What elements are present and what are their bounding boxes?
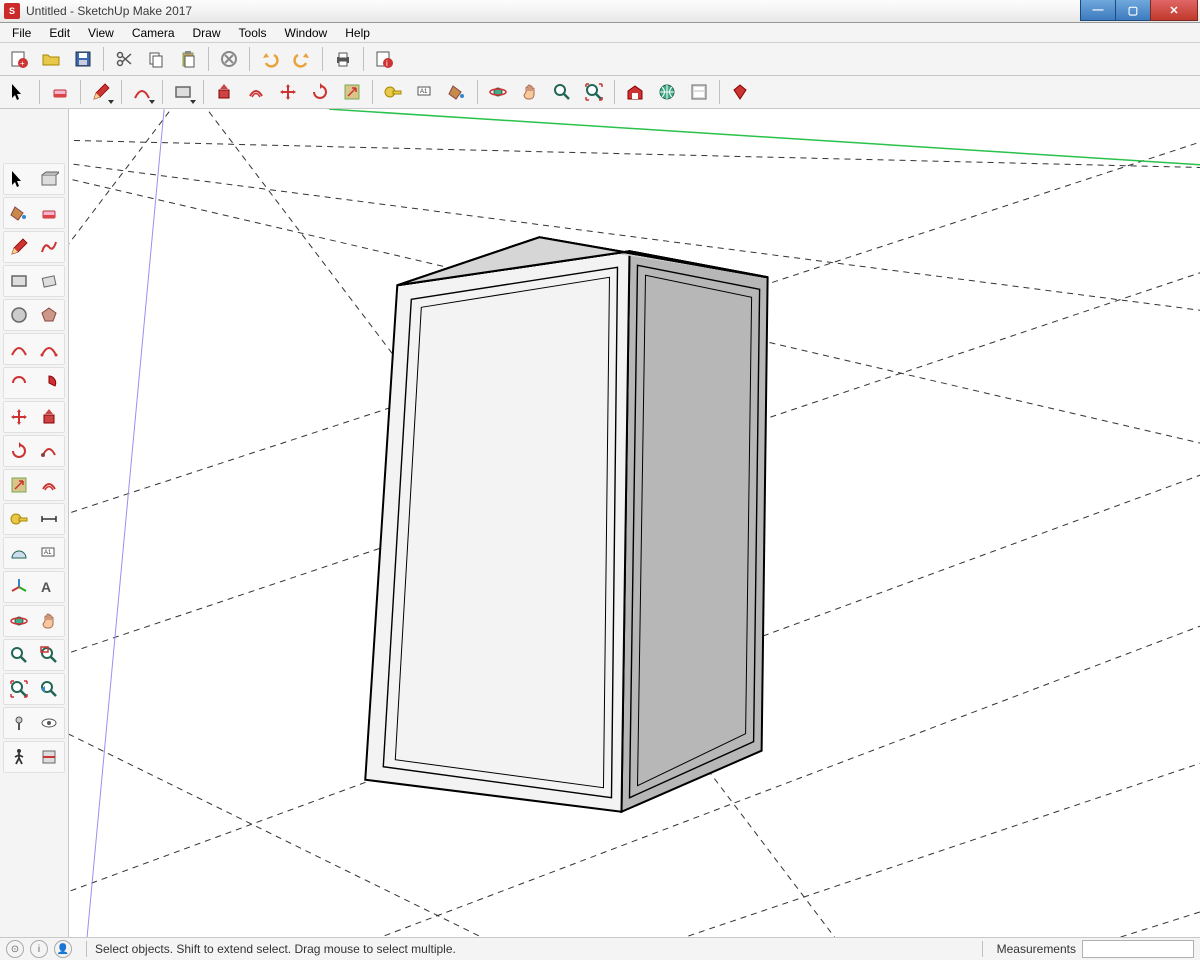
- title-bar: S Untitled - SketchUp Make 2017 — ▢ ✕: [0, 0, 1200, 23]
- zoom-button[interactable]: [547, 78, 577, 106]
- tape-tool[interactable]: [5, 505, 33, 533]
- polygon-tool[interactable]: [35, 301, 63, 329]
- model-info-button[interactable]: [369, 45, 399, 73]
- pie-tool[interactable]: [35, 369, 63, 397]
- status-bar: ⊙ i 👤 Select objects. Shift to extend se…: [0, 937, 1200, 960]
- minimize-button[interactable]: —: [1080, 0, 1116, 21]
- status-hint: Select objects. Shift to extend select. …: [95, 942, 456, 956]
- tape-button[interactable]: [378, 78, 408, 106]
- menu-help[interactable]: Help: [337, 24, 378, 42]
- cut-button[interactable]: [109, 45, 139, 73]
- orbit-tool[interactable]: [5, 607, 33, 635]
- previous-view-tool[interactable]: [35, 675, 63, 703]
- section-plane-tool[interactable]: [35, 743, 63, 771]
- line-tool[interactable]: [5, 233, 33, 261]
- warehouse-button[interactable]: [620, 78, 650, 106]
- select-button[interactable]: [4, 78, 34, 106]
- menu-camera[interactable]: Camera: [124, 24, 183, 42]
- measurements-input[interactable]: [1082, 940, 1194, 958]
- menu-bar: FileEditViewCameraDrawToolsWindowHelp: [0, 23, 1200, 43]
- protractor-tool[interactable]: [5, 539, 33, 567]
- pan-tool[interactable]: [35, 607, 63, 635]
- paint-tool[interactable]: [5, 199, 33, 227]
- menu-window[interactable]: Window: [277, 24, 336, 42]
- dimension-tool[interactable]: [35, 505, 63, 533]
- close-button[interactable]: ✕: [1150, 0, 1198, 21]
- look-around-tool[interactable]: [35, 709, 63, 737]
- credits-icon[interactable]: i: [30, 940, 48, 958]
- text-button[interactable]: [410, 78, 440, 106]
- orbit-button[interactable]: [483, 78, 513, 106]
- arc-button[interactable]: [127, 78, 157, 106]
- viewport-3d[interactable]: [69, 109, 1200, 938]
- rectangle-button[interactable]: [168, 78, 198, 106]
- save-button[interactable]: [68, 45, 98, 73]
- position-camera-tool[interactable]: [5, 709, 33, 737]
- signin-icon[interactable]: 👤: [54, 940, 72, 958]
- menu-tools[interactable]: Tools: [231, 24, 275, 42]
- redo-button[interactable]: [287, 45, 317, 73]
- app-icon: S: [4, 3, 20, 19]
- maximize-button[interactable]: ▢: [1115, 0, 1151, 21]
- copy-button[interactable]: [141, 45, 171, 73]
- menu-view[interactable]: View: [80, 24, 122, 42]
- layout-button[interactable]: [684, 78, 714, 106]
- 3dtext-tool[interactable]: [35, 573, 63, 601]
- make-component-tool[interactable]: [35, 165, 63, 193]
- extensions-button[interactable]: [725, 78, 755, 106]
- line-button[interactable]: [86, 78, 116, 106]
- eraser-button[interactable]: [45, 78, 75, 106]
- menu-file[interactable]: File: [4, 24, 39, 42]
- select-tool[interactable]: [5, 165, 33, 193]
- followme-tool[interactable]: [35, 437, 63, 465]
- zoom-extents-tool[interactable]: [5, 675, 33, 703]
- rotate-button[interactable]: [305, 78, 335, 106]
- freehand-tool[interactable]: [35, 233, 63, 261]
- new-from-template-button[interactable]: [4, 45, 34, 73]
- window-controls: — ▢ ✕: [1081, 0, 1198, 21]
- arc2-tool[interactable]: [35, 335, 63, 363]
- text-tool[interactable]: [35, 539, 63, 567]
- add-location-button[interactable]: [652, 78, 682, 106]
- undo-button[interactable]: [255, 45, 285, 73]
- geo-location-icon[interactable]: ⊙: [6, 940, 24, 958]
- rectangle-tool[interactable]: [5, 267, 33, 295]
- print-button[interactable]: [328, 45, 358, 73]
- paint-button[interactable]: [442, 78, 472, 106]
- rotated-rect-tool[interactable]: [35, 267, 63, 295]
- scale-button[interactable]: [337, 78, 367, 106]
- large-toolset-toolbar: [0, 76, 1200, 109]
- offset-button[interactable]: [241, 78, 271, 106]
- erase-button[interactable]: [214, 45, 244, 73]
- workspace: [0, 109, 1200, 938]
- rotate-tool[interactable]: [5, 437, 33, 465]
- move-button[interactable]: [273, 78, 303, 106]
- menu-edit[interactable]: Edit: [41, 24, 78, 42]
- move-tool[interactable]: [5, 403, 33, 431]
- arc-tool[interactable]: [5, 335, 33, 363]
- menu-draw[interactable]: Draw: [185, 24, 229, 42]
- standard-toolbar: [0, 43, 1200, 76]
- offset-tool[interactable]: [35, 471, 63, 499]
- scale-tool[interactable]: [5, 471, 33, 499]
- pushpull-tool[interactable]: [35, 403, 63, 431]
- paste-button[interactable]: [173, 45, 203, 73]
- zoom-extents-button[interactable]: [579, 78, 609, 106]
- eraser-tool[interactable]: [35, 199, 63, 227]
- window-title: Untitled - SketchUp Make 2017: [26, 4, 192, 18]
- pushpull-button[interactable]: [209, 78, 239, 106]
- walk-tool[interactable]: [5, 743, 33, 771]
- pan-button[interactable]: [515, 78, 545, 106]
- tool-palette: [0, 109, 69, 938]
- measurements-label: Measurements: [997, 942, 1076, 956]
- axes-tool[interactable]: [5, 573, 33, 601]
- arc3-tool[interactable]: [5, 369, 33, 397]
- scene-canvas[interactable]: [69, 109, 1200, 938]
- circle-tool[interactable]: [5, 301, 33, 329]
- zoom-tool[interactable]: [5, 641, 33, 669]
- zoom-window-tool[interactable]: [35, 641, 63, 669]
- open-button[interactable]: [36, 45, 66, 73]
